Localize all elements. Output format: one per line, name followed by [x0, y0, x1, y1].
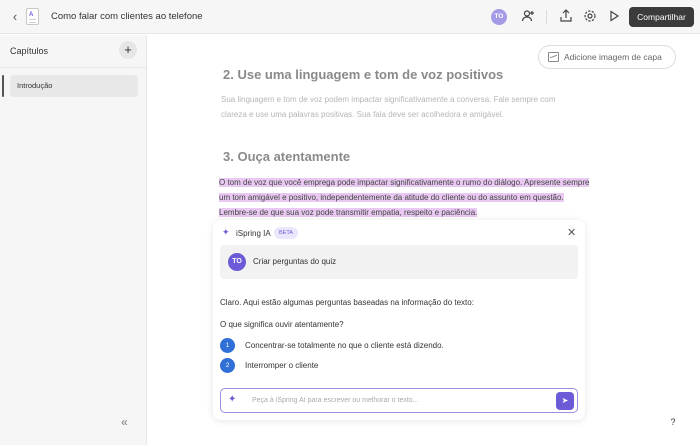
add-cover-image-button[interactable]: Adicione imagem de capa: [538, 45, 676, 69]
prompt-user-avatar: TO: [228, 253, 246, 271]
share-button[interactable]: Compartilhar: [629, 7, 694, 27]
chapters-sidebar: Capítulos + Introdução «: [0, 35, 147, 445]
section-2-paragraph[interactable]: Sua linguagem e tom de voz podem impacta…: [221, 92, 576, 122]
sidebar-title: Capítulos: [10, 46, 49, 56]
sidebar-item-introducao[interactable]: Introdução: [10, 75, 138, 97]
quiz-question: O que significa ouvir atentamente?: [220, 320, 344, 329]
add-cover-image-label: Adicione imagem de capa: [564, 52, 662, 62]
active-chapter-marker: [2, 75, 4, 97]
ai-assistant-name: iSpring IA: [236, 229, 271, 238]
add-collaborator-icon[interactable]: [520, 9, 536, 25]
section-2-heading[interactable]: 2. Use uma linguagem e tom de voz positi…: [223, 67, 503, 82]
option-number-badge: 1: [220, 338, 235, 353]
ai-response-intro: Claro. Aqui estão algumas perguntas base…: [220, 298, 474, 307]
close-icon[interactable]: ✕: [567, 226, 576, 239]
help-button[interactable]: ?: [664, 413, 682, 431]
selected-text[interactable]: O tom de voz que você emprega pode impac…: [219, 178, 590, 217]
ai-prompt-placeholder: Peça à iSpring AI para escrever ou melho…: [252, 397, 419, 404]
document-title[interactable]: Como falar com clientes ao telefone: [51, 11, 203, 22]
settings-gear-icon[interactable]: [582, 9, 598, 25]
back-chevron-icon[interactable]: ‹: [8, 9, 22, 25]
send-arrow-icon[interactable]: ➤: [556, 392, 574, 410]
toolbar-divider: [546, 10, 547, 24]
input-sparkle-icon: ✦: [228, 394, 237, 405]
ai-assistant-panel: ✦ iSpring IA BETA ✕ TO Criar perguntas d…: [213, 220, 585, 420]
user-prompt-card: TO Criar perguntas do quiz: [220, 245, 578, 279]
beta-badge: BETA: [274, 227, 298, 239]
add-chapter-plus-icon[interactable]: +: [119, 41, 137, 59]
preview-play-icon[interactable]: [606, 9, 622, 25]
quiz-option: Interromper o cliente: [245, 361, 319, 370]
ai-prompt-input[interactable]: ✦ Peça à iSpring AI para escrever ou mel…: [220, 388, 578, 413]
option-number-badge: 2: [220, 358, 235, 373]
user-avatar[interactable]: TO: [491, 9, 507, 25]
collapse-sidebar-icon[interactable]: «: [121, 415, 128, 429]
section-3-paragraph[interactable]: O tom de voz que você emprega pode impac…: [219, 175, 591, 220]
image-icon: [548, 52, 559, 62]
sidebar-divider: [0, 67, 147, 68]
document-icon-glyph: A: [29, 12, 34, 18]
top-bar: ‹ A Como falar com clientes ao telefone …: [0, 0, 700, 34]
document-icon: A: [26, 8, 39, 25]
section-3-heading[interactable]: 3. Ouça atentamente: [223, 149, 350, 164]
quiz-option: Concentrar-se totalmente no que o client…: [245, 341, 444, 350]
prompt-text: Criar perguntas do quiz: [253, 257, 337, 266]
export-icon[interactable]: [558, 9, 574, 25]
sparkle-icon: ✦: [222, 227, 230, 237]
